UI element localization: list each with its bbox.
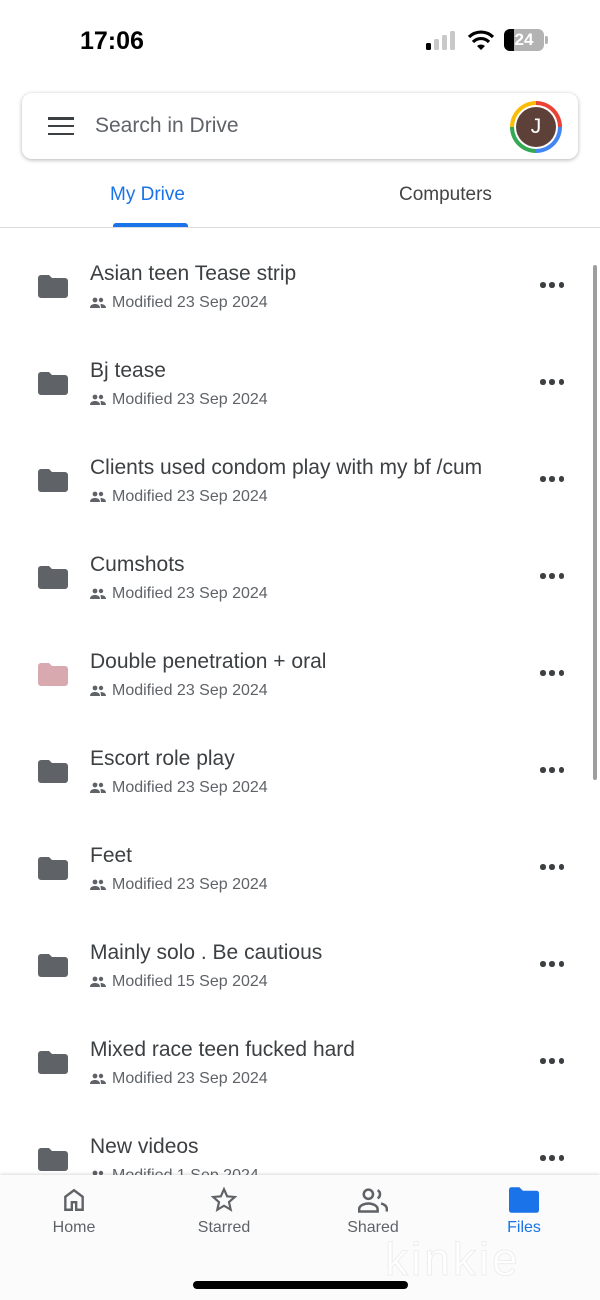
folder-icon [38, 1148, 68, 1171]
shared-icon [90, 685, 106, 696]
file-name: Asian teen Tease strip [90, 262, 297, 285]
home-indicator [193, 1281, 408, 1289]
scrollbar[interactable] [593, 265, 597, 780]
file-meta: Modified 23 Sep 2024 [90, 294, 268, 312]
status-bar: 17:06 24 [0, 0, 600, 80]
list-item[interactable]: Escort role play Modified 23 Sep 2024 [0, 723, 600, 820]
list-item[interactable]: Asian teen Tease strip Modified 23 Sep 2… [0, 238, 600, 335]
tab-bar: My Drive Computers [0, 170, 600, 228]
file-name: Cumshots [90, 553, 185, 576]
folder-icon [38, 760, 68, 783]
folder-icon [38, 372, 68, 395]
shared-icon [90, 297, 106, 308]
file-meta: Modified 23 Sep 2024 [90, 488, 268, 506]
more-options-button[interactable] [540, 379, 564, 387]
list-item[interactable]: Double penetration + oral Modified 23 Se… [0, 626, 600, 723]
file-name: New videos [90, 1135, 199, 1158]
folder-icon [38, 857, 68, 880]
folder-icon [38, 954, 68, 977]
people-icon [358, 1188, 388, 1213]
shared-icon [90, 879, 106, 890]
list-item[interactable]: Bj tease Modified 23 Sep 2024 [0, 335, 600, 432]
file-meta: Modified 23 Sep 2024 [90, 876, 268, 894]
wifi-icon [467, 30, 495, 50]
battery-icon: 24 [504, 29, 544, 51]
nav-home[interactable]: Home [19, 1187, 129, 1237]
file-meta: Modified 23 Sep 2024 [90, 779, 268, 797]
tab-computers[interactable]: Computers [399, 184, 492, 206]
list-item[interactable]: Clients used condom play with my bf /cum… [0, 432, 600, 529]
more-options-button[interactable] [540, 864, 564, 872]
list-item[interactable]: Mainly solo . Be cautious Modified 15 Se… [0, 917, 600, 1014]
folder-icon [38, 1051, 68, 1074]
shared-icon [90, 394, 106, 405]
search-input[interactable]: Search in Drive [95, 114, 239, 138]
more-options-button[interactable] [540, 1155, 564, 1163]
more-options-button[interactable] [540, 476, 564, 484]
more-options-button[interactable] [540, 1058, 564, 1066]
file-meta: Modified 23 Sep 2024 [90, 1070, 268, 1088]
file-name: Double penetration + oral [90, 650, 327, 673]
file-meta: Modified 23 Sep 2024 [90, 585, 268, 603]
folder-icon [38, 275, 68, 298]
file-name: Mainly solo . Be cautious [90, 941, 323, 964]
tab-my-drive[interactable]: My Drive [110, 184, 185, 206]
list-item[interactable]: Mixed race teen fucked hard Modified 23 … [0, 1014, 600, 1111]
clock: 17:06 [80, 27, 144, 55]
more-options-button[interactable] [540, 573, 564, 581]
list-item[interactable]: Feet Modified 23 Sep 2024 [0, 820, 600, 917]
nav-shared[interactable]: Shared [318, 1187, 428, 1237]
file-list: Asian teen Tease strip Modified 23 Sep 2… [0, 238, 600, 1208]
active-tab-indicator [113, 223, 188, 227]
more-options-button[interactable] [540, 282, 564, 290]
shared-icon [90, 782, 106, 793]
file-name: Bj tease [90, 359, 166, 382]
folder-icon [509, 1187, 539, 1213]
list-item[interactable]: Cumshots Modified 23 Sep 2024 [0, 529, 600, 626]
file-meta: Modified 23 Sep 2024 [90, 682, 268, 700]
file-name: Feet [90, 844, 133, 867]
file-name: Mixed race teen fucked hard [90, 1038, 355, 1061]
more-options-button[interactable] [540, 767, 564, 775]
nav-starred[interactable]: Starred [169, 1187, 279, 1237]
folder-icon [38, 469, 68, 492]
avatar[interactable]: J [510, 101, 562, 153]
shared-icon [90, 588, 106, 599]
shared-icon [90, 976, 106, 987]
file-name: Clients used condom play with my bf /cum [90, 456, 483, 479]
star-icon [211, 1187, 237, 1212]
signal-icon [426, 30, 455, 50]
file-meta: Modified 15 Sep 2024 [90, 973, 268, 991]
home-icon [64, 1188, 84, 1211]
file-meta: Modified 23 Sep 2024 [90, 391, 268, 409]
shared-icon [90, 491, 106, 502]
hamburger-menu-icon[interactable] [48, 117, 74, 135]
watermark-logo: kinkie [385, 1233, 521, 1286]
shared-icon [90, 1073, 106, 1084]
file-name: Escort role play [90, 747, 235, 770]
nav-files[interactable]: Files [469, 1187, 579, 1237]
more-options-button[interactable] [540, 961, 564, 969]
more-options-button[interactable] [540, 670, 564, 678]
folder-icon [38, 566, 68, 589]
search-bar[interactable]: Search in Drive J [22, 93, 578, 159]
folder-icon [38, 663, 68, 686]
